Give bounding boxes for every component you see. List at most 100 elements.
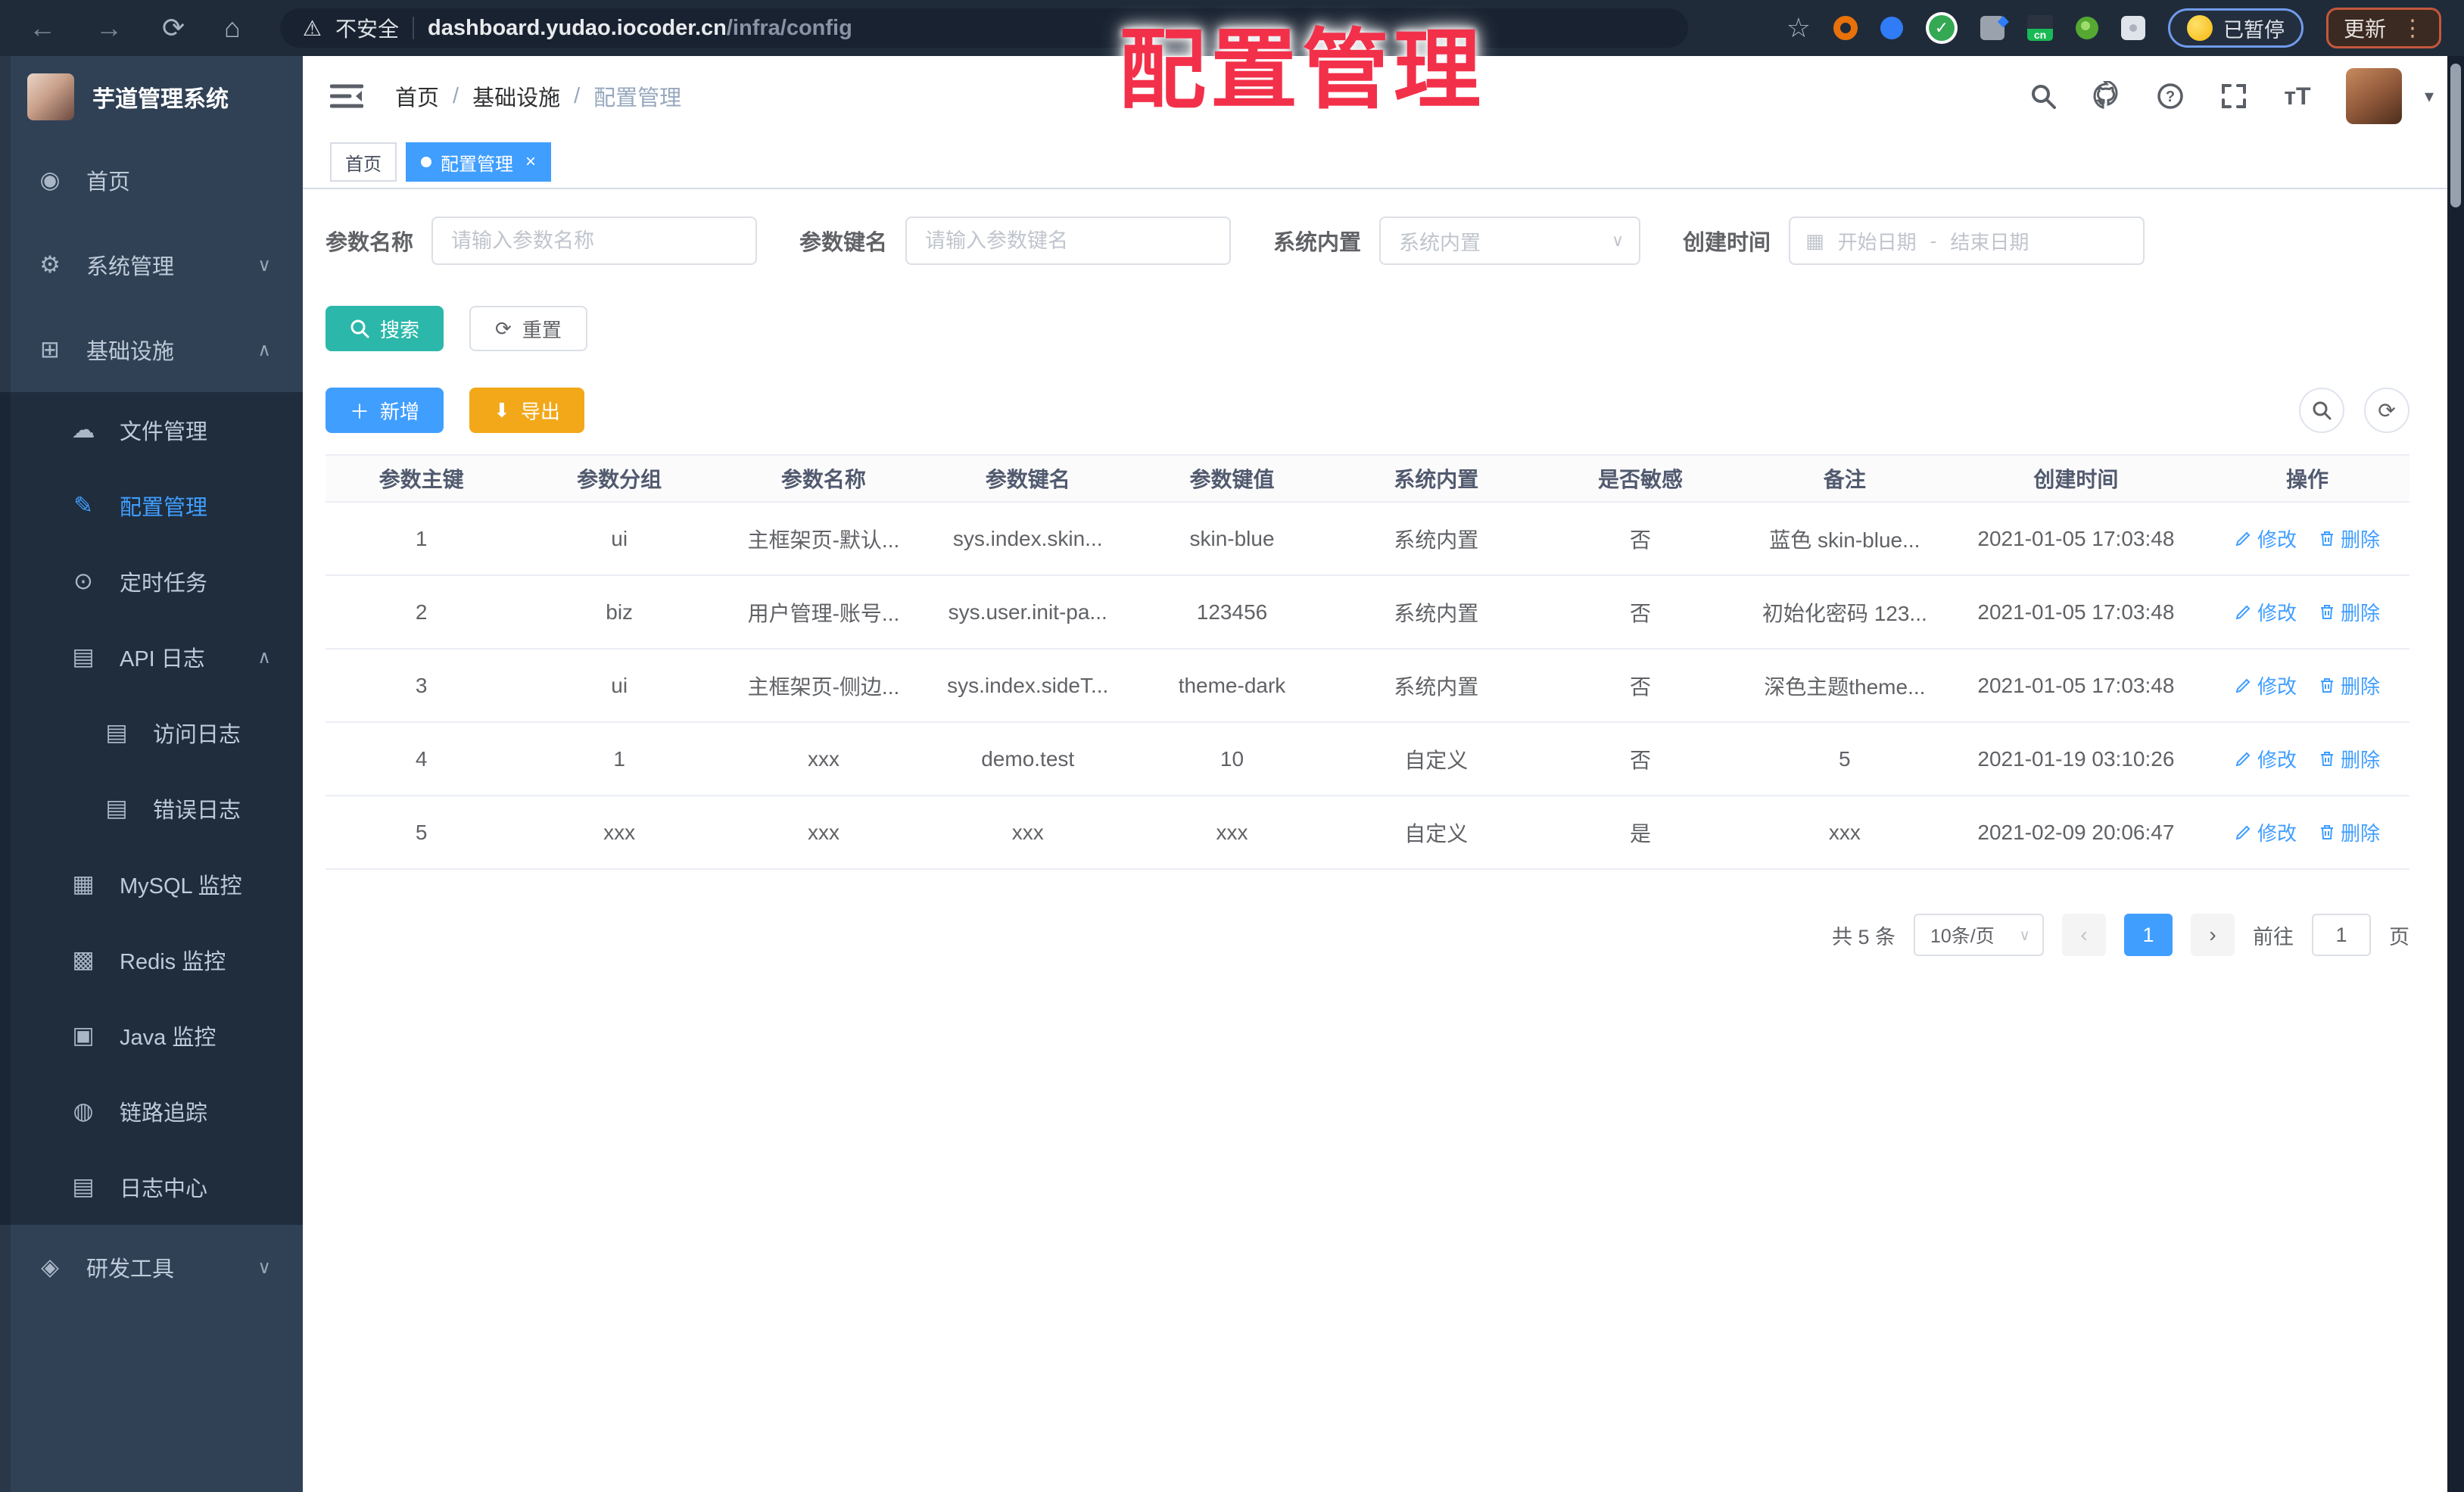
goto-page-input[interactable] <box>2312 914 2371 956</box>
extension-check-icon[interactable]: ✓ <box>1925 12 1958 44</box>
sidebar-item-infrastructure[interactable]: ⊞ 基础设施 ∧ <box>0 307 303 392</box>
system-builtin-select[interactable]: 系统内置 ∨ <box>1379 216 1641 265</box>
edit-row-link[interactable]: 修改 <box>2235 598 2297 626</box>
error-log-icon: ▤ <box>105 795 128 821</box>
edit-icon: ✎ <box>73 492 93 519</box>
sidebar-item-file-management[interactable]: ☁ 文件管理 <box>0 392 303 468</box>
breadcrumb-item[interactable]: 基础设施 <box>472 80 560 112</box>
search-icon[interactable] <box>2028 81 2058 111</box>
refresh-table-button[interactable]: ⟳ <box>2364 388 2409 433</box>
column-header: 参数键值 <box>1129 454 1335 503</box>
delete-row-link[interactable]: 删除 <box>2318 598 2380 626</box>
help-icon[interactable]: ? <box>2155 81 2185 111</box>
table-cell: 10 <box>1129 722 1335 796</box>
column-header: 操作 <box>2205 454 2409 503</box>
sidebar-item-api-log[interactable]: ▤ API 日志 ∧ <box>0 619 303 695</box>
font-size-icon[interactable]: ᴛT <box>2282 81 2313 111</box>
extension-cn-icon[interactable]: cn <box>2026 15 2053 41</box>
forward-icon[interactable]: → <box>95 12 123 44</box>
sidebar-item-trace[interactable]: ◍ 链路追踪 <box>0 1073 303 1149</box>
edit-row-link[interactable]: 修改 <box>2235 818 2297 846</box>
sidebar-item-java-monitor[interactable]: ▣ Java 监控 <box>0 998 303 1073</box>
github-icon[interactable] <box>2092 81 2122 111</box>
sidebar-item-config-management[interactable]: ✎ 配置管理 <box>0 468 303 544</box>
table-cell: 3 <box>326 649 518 723</box>
sidebar-item-scheduled-tasks[interactable]: ⊙ 定时任务 <box>0 544 303 619</box>
reload-icon[interactable]: ⟳ <box>162 12 185 44</box>
filter-date-label: 创建时间 <box>1683 231 1771 255</box>
table-toolbar-right: ⟳ <box>2299 388 2409 433</box>
refresh-icon: ⟳ <box>2378 398 2396 422</box>
delete-row-link[interactable]: 删除 <box>2318 525 2380 553</box>
url-path: /infra/config <box>726 15 852 40</box>
chevron-up-icon: ∧ <box>257 646 271 668</box>
edit-icon <box>2235 531 2251 547</box>
edit-label: 修改 <box>2257 821 2297 845</box>
tab-config-management[interactable]: 配置管理 × <box>406 142 552 182</box>
sidebar-item-label: API 日志 <box>120 647 205 671</box>
sidebar-item-label: 访问日志 <box>153 723 241 747</box>
prev-page-button[interactable]: ‹ <box>2062 914 2106 956</box>
breadcrumb-item[interactable]: 首页 <box>395 80 439 112</box>
sidebar-item-label: 配置管理 <box>120 496 208 520</box>
fullscreen-icon[interactable] <box>2219 81 2249 111</box>
close-tab-icon[interactable]: × <box>525 151 536 173</box>
bookmark-star-icon[interactable]: ☆ <box>1786 12 1811 44</box>
edit-row-link[interactable]: 修改 <box>2235 671 2297 699</box>
tab-home[interactable]: 首页 <box>330 142 397 182</box>
filter-type-label: 系统内置 <box>1273 231 1362 255</box>
column-header: 创建时间 <box>1946 454 2206 503</box>
extensions-puzzle-icon[interactable] <box>2120 16 2145 40</box>
user-caret-down-icon[interactable]: ▾ <box>2425 86 2434 107</box>
sidebar-item-home[interactable]: ◉ 首页 <box>0 138 303 223</box>
delete-row-link[interactable]: 删除 <box>2318 818 2380 846</box>
next-page-button[interactable]: › <box>2191 914 2235 956</box>
table-cell: xxx <box>721 722 926 796</box>
sidebar-item-access-log[interactable]: ▤ 访问日志 <box>0 695 303 771</box>
scrollbar-thumb[interactable] <box>2450 64 2461 207</box>
param-name-input[interactable] <box>431 216 758 265</box>
extension-ring-icon[interactable] <box>1833 16 1858 40</box>
table-cell: 系统内置 <box>1334 649 1539 723</box>
search-button[interactable]: 搜索 <box>326 306 444 351</box>
column-header: 参数分组 <box>517 454 722 503</box>
sidebar-item-dev-tools[interactable]: ◈ 研发工具 ∨ <box>0 1225 303 1310</box>
table-cell: 系统内置 <box>1334 502 1539 576</box>
sidebar-collapse-icon[interactable] <box>330 81 363 111</box>
extension-sprout-icon[interactable] <box>2075 17 2098 39</box>
profile-paused-badge[interactable]: 已暂停 <box>2167 8 2304 48</box>
menu-dots-icon[interactable]: ⋮ <box>2401 15 2424 42</box>
delete-label: 删除 <box>2341 748 2381 771</box>
sidebar-item-error-log[interactable]: ▤ 错误日志 <box>0 771 303 846</box>
param-key-input[interactable] <box>905 216 1232 265</box>
sidebar-item-redis-monitor[interactable]: ▩ Redis 监控 <box>0 922 303 998</box>
edit-row-link[interactable]: 修改 <box>2235 745 2297 773</box>
browser-update-button[interactable]: 更新 ⋮ <box>2325 8 2441 48</box>
date-range-picker[interactable]: ▦ 开始日期 - 结束日期 <box>1789 216 2145 265</box>
delete-row-link[interactable]: 删除 <box>2318 671 2380 699</box>
sidebar-item-mysql-monitor[interactable]: ▦ MySQL 监控 <box>0 846 303 922</box>
page-number-button[interactable]: 1 <box>2124 914 2173 956</box>
toggle-search-button[interactable] <box>2299 388 2344 433</box>
page-size-select[interactable]: 10条/页 ∨ <box>1914 914 2044 956</box>
user-avatar[interactable] <box>2345 68 2402 124</box>
sidebar-item-system-management[interactable]: ⚙ 系统管理 ∨ <box>0 223 303 307</box>
table-cell: 深色主题theme... <box>1742 649 1947 723</box>
page-scrollbar[interactable] <box>2447 56 2464 1492</box>
extension-pin-icon[interactable] <box>1880 17 1903 39</box>
delete-row-link[interactable]: 删除 <box>2318 745 2380 773</box>
extension-gray-icon[interactable]: ◆ <box>1980 13 2009 40</box>
back-icon[interactable]: ← <box>29 12 56 44</box>
reset-button[interactable]: ⟳ 重置 <box>469 306 587 351</box>
mysql-icon: ▦ <box>72 871 95 897</box>
table-cell: 2021-01-19 03:10:26 <box>1946 722 2206 796</box>
sidebar-item-log-center[interactable]: ▤ 日志中心 <box>0 1149 303 1225</box>
column-header: 参数主键 <box>326 454 518 503</box>
home-icon[interactable]: ⌂ <box>224 12 241 44</box>
edit-row-link[interactable]: 修改 <box>2235 525 2297 553</box>
sidebar-logo-row[interactable]: 芋道管理系统 <box>0 56 303 138</box>
address-bar[interactable]: ⚠ 不安全 dashboard.yudao.iocoder.cn/infra/c… <box>279 8 1688 48</box>
export-button[interactable]: ⬇ 导出 <box>469 388 584 433</box>
sidebar-item-label: 文件管理 <box>120 420 208 444</box>
add-button[interactable]: ＋ 新增 <box>326 388 444 433</box>
